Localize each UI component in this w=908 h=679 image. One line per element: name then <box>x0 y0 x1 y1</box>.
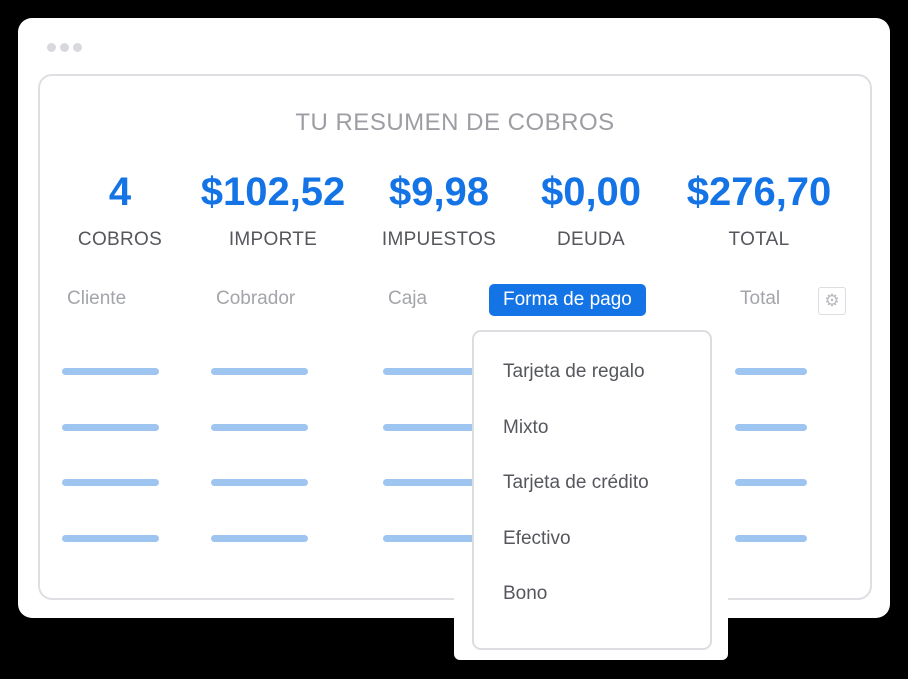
placeholder-bar <box>211 535 308 542</box>
window-dot[interactable] <box>47 43 56 52</box>
stat-total: $276,70 TOTAL <box>687 169 832 251</box>
dropdown-option-tarjeta-de-credito[interactable]: Tarjeta de crédito <box>503 472 649 494</box>
stat-label: TOTAL <box>728 229 790 250</box>
dropdown-option-tarjeta-de-regalo[interactable]: Tarjeta de regalo <box>503 361 645 383</box>
dropdown-option-efectivo[interactable]: Efectivo <box>503 528 571 550</box>
column-header-caja[interactable]: Caja <box>388 288 427 310</box>
stat-value: $9,98 <box>388 170 490 214</box>
placeholder-bar <box>62 424 159 431</box>
placeholder-bar <box>735 368 807 375</box>
stat-impuestos: $9,98 IMPUESTOS <box>382 169 496 251</box>
window-dot[interactable] <box>60 43 69 52</box>
stat-value: $102,52 <box>200 170 346 214</box>
column-header-cliente[interactable]: Cliente <box>67 288 126 310</box>
stat-value: $276,70 <box>686 170 832 214</box>
placeholder-bar <box>62 479 159 486</box>
app-window: TU RESUMEN DE COBROS 4 COBROS $102,52 IM… <box>18 18 890 618</box>
placeholder-bar <box>383 479 483 486</box>
placeholder-bar <box>62 535 159 542</box>
settings-button[interactable]: ⚙ <box>818 287 846 315</box>
summary-panel: TU RESUMEN DE COBROS 4 COBROS $102,52 IM… <box>38 74 872 600</box>
placeholder-bar <box>211 479 308 486</box>
placeholder-bar <box>383 535 483 542</box>
window-controls <box>47 43 82 52</box>
stat-label: IMPUESTOS <box>381 229 497 250</box>
column-header-forma-de-pago[interactable]: Forma de pago <box>489 284 646 316</box>
stat-label: IMPORTE <box>228 229 318 250</box>
placeholder-bar <box>735 535 807 542</box>
stat-value: 4 <box>108 170 132 214</box>
stat-deuda: $0,00 DEUDA <box>541 169 641 251</box>
placeholder-bar <box>211 368 308 375</box>
page-title: TU RESUMEN DE COBROS <box>295 109 615 136</box>
placeholder-bar <box>211 424 308 431</box>
placeholder-bar <box>735 479 807 486</box>
column-header-cobrador[interactable]: Cobrador <box>216 288 295 310</box>
stat-label: DEUDA <box>556 229 626 250</box>
placeholder-bar <box>383 368 483 375</box>
stat-value: $0,00 <box>540 170 642 214</box>
placeholder-bar <box>735 424 807 431</box>
placeholder-bar <box>383 424 483 431</box>
dropdown-option-bono[interactable]: Bono <box>503 583 547 605</box>
stat-label: COBROS <box>77 229 163 250</box>
stat-cobros: 4 COBROS <box>78 169 162 251</box>
gear-icon: ⚙ <box>824 291 840 310</box>
placeholder-bar <box>62 368 159 375</box>
window-dot[interactable] <box>73 43 82 52</box>
payment-method-dropdown: Tarjeta de regalo Mixto Tarjeta de crédi… <box>472 330 712 650</box>
stat-importe: $102,52 IMPORTE <box>201 169 346 251</box>
dropdown-option-mixto[interactable]: Mixto <box>503 417 548 439</box>
column-header-total[interactable]: Total <box>740 288 780 310</box>
